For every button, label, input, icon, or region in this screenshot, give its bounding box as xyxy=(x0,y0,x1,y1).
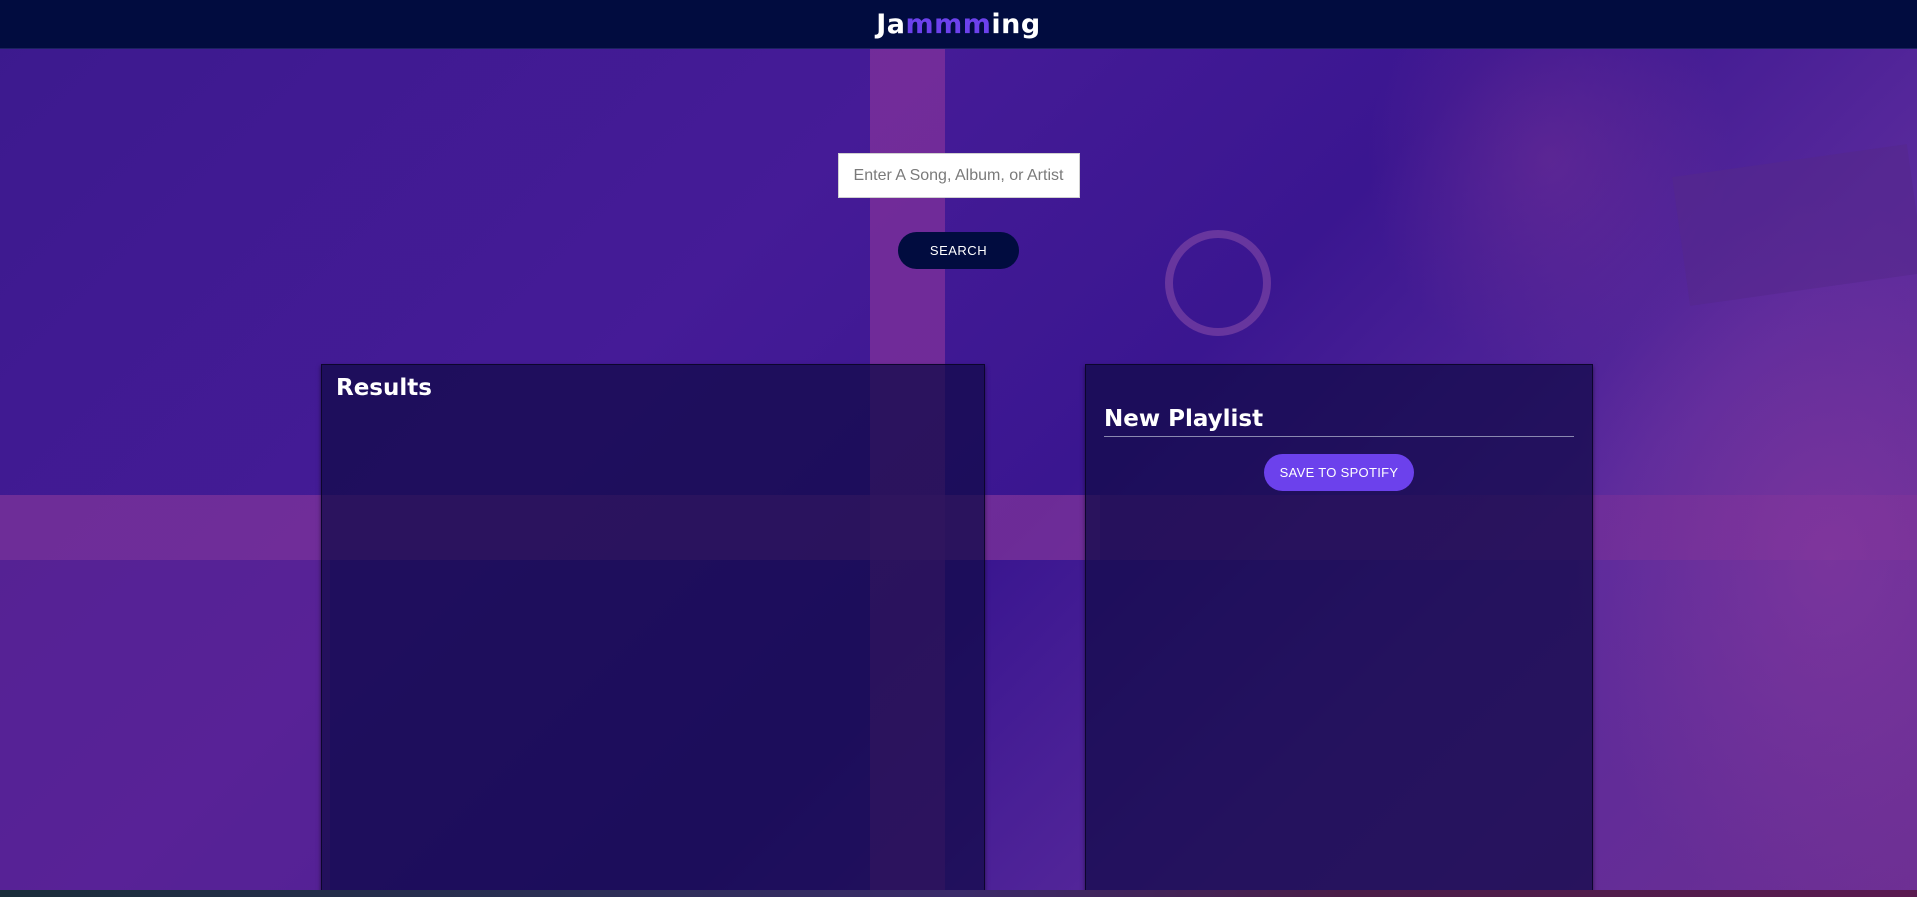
app-logo: Jammming xyxy=(876,9,1040,40)
results-title: Results xyxy=(336,375,432,401)
logo-prefix: Ja xyxy=(876,8,906,40)
playlist-panel: SAVE TO SPOTIFY xyxy=(1085,364,1593,897)
search-bar: SEARCH xyxy=(0,153,1917,269)
bottom-edge xyxy=(0,890,1917,897)
search-button[interactable]: SEARCH xyxy=(898,232,1019,269)
search-input[interactable] xyxy=(837,153,1080,198)
save-to-spotify-button[interactable]: SAVE TO SPOTIFY xyxy=(1264,454,1414,491)
background-block xyxy=(0,560,330,897)
logo-suffix: ing xyxy=(991,8,1041,40)
playlist-name-input[interactable] xyxy=(1104,401,1574,437)
app-header: Jammming xyxy=(0,0,1917,49)
logo-highlight: mmm xyxy=(905,8,992,40)
search-results-panel: Results xyxy=(321,364,985,897)
